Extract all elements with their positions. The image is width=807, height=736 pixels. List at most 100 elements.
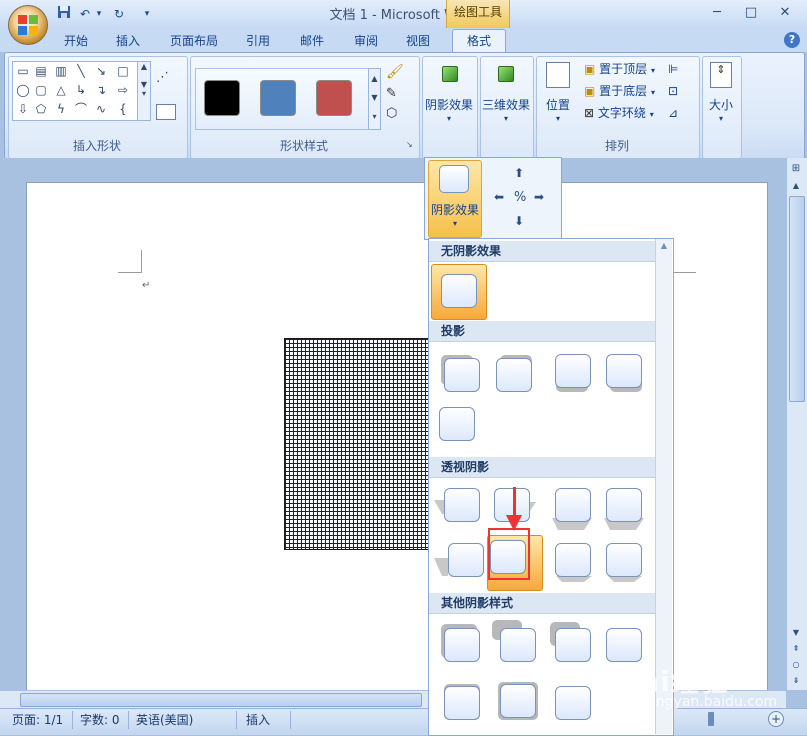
style-gallery-scroll[interactable]: ▲ ▼ ▾: [368, 68, 381, 130]
ruler-toggle-icon[interactable]: ⊞: [789, 163, 803, 177]
drop-shadow-2[interactable]: [496, 358, 532, 392]
nudge-shadow-up-icon[interactable]: ⬆: [514, 166, 528, 180]
outline-pen-icon[interactable]: ✎: [386, 86, 412, 104]
perspective-shadow-8[interactable]: [606, 543, 642, 577]
3d-effects-icon[interactable]: [498, 66, 514, 82]
group-objects-icon[interactable]: ⊡: [668, 82, 692, 100]
tab-insert[interactable]: 插入: [108, 32, 148, 50]
edit-shape-icon[interactable]: ⋰: [156, 70, 176, 86]
shape-elbow-arrow-icon[interactable]: ↴: [93, 83, 109, 97]
drop-shadow-5[interactable]: [439, 407, 475, 441]
shadow-effects-icon[interactable]: [442, 66, 458, 82]
other-shadow-4[interactable]: [606, 628, 642, 662]
shape-right-arrow-icon[interactable]: ⇨: [115, 83, 131, 97]
shape-pentagon-icon[interactable]: ⬠: [33, 102, 49, 116]
scroll-up-icon[interactable]: ▲: [789, 181, 803, 193]
status-language[interactable]: 英语(美国): [136, 712, 216, 728]
select-browse-object-icon[interactable]: ○: [789, 660, 803, 672]
perspective-shadow-4[interactable]: [606, 488, 642, 522]
tab-home[interactable]: 开始: [56, 32, 96, 50]
status-insert-mode[interactable]: 插入: [246, 712, 282, 728]
office-button[interactable]: [8, 5, 48, 45]
tab-review[interactable]: 审阅: [346, 32, 386, 50]
nudge-shadow-left-icon[interactable]: ⬅: [494, 190, 508, 204]
minimize-button[interactable]: ─: [704, 4, 730, 22]
shadow-on-off-icon[interactable]: %: [514, 190, 528, 205]
size-button[interactable]: 大小: [702, 96, 740, 113]
3d-effects-button[interactable]: 三维效果: [478, 96, 534, 113]
position-button[interactable]: 位置: [540, 96, 576, 113]
previous-page-icon[interactable]: ⇞: [789, 644, 803, 656]
shape-line-icon[interactable]: ╲: [73, 64, 89, 78]
align-icon[interactable]: ⊫: [668, 60, 692, 78]
shape-arrow-line-icon[interactable]: ↘: [93, 64, 109, 78]
fill-bucket-icon[interactable]: 🖌: [386, 64, 412, 82]
other-shadow-1[interactable]: [444, 628, 480, 662]
other-shadow-3[interactable]: [555, 628, 591, 662]
text-wrap-button[interactable]: ⊠ 文字环绕 ▾: [584, 104, 668, 122]
perspective-shadow-3[interactable]: [555, 488, 591, 522]
zoom-slider-thumb[interactable]: [708, 712, 714, 726]
tab-references[interactable]: 引用: [238, 32, 278, 50]
tab-format[interactable]: 格式: [452, 29, 506, 54]
perspective-shadow-1[interactable]: [444, 488, 480, 522]
other-shadow-2[interactable]: [500, 628, 536, 662]
size-dropdown-icon[interactable]: ▾: [702, 114, 740, 123]
shape-gallery[interactable]: ▭ ▤ ▥ ╲ ↘ □ ◯ ▢ △ ↳ ↴ ⇨ ⇩ ⬠ ϟ ⌒ ∿ {: [12, 61, 138, 121]
help-icon[interactable]: ?: [784, 32, 800, 48]
style-swatch-red[interactable]: [316, 80, 352, 116]
zoom-in-icon[interactable]: +: [768, 711, 784, 727]
perspective-shadow-5[interactable]: [448, 543, 484, 577]
maximize-button[interactable]: □: [738, 4, 764, 22]
vertical-scroll-thumb[interactable]: [789, 196, 805, 402]
send-to-back-button[interactable]: ▣ 置于底层 ▾: [584, 82, 668, 100]
shape-arc-icon[interactable]: ⌒: [73, 102, 89, 116]
shape-rounded-rect-icon[interactable]: ▢: [33, 83, 49, 97]
shape-brace-icon[interactable]: {: [115, 102, 131, 116]
shape-lightning-icon[interactable]: ϟ: [53, 102, 69, 116]
other-shadow-5[interactable]: [444, 686, 480, 720]
horizontal-scroll-thumb[interactable]: [20, 693, 422, 707]
shape-textbox-icon[interactable]: ▤: [33, 64, 49, 78]
shadow-effects-button-active[interactable]: 阴影效果 ▾: [428, 160, 482, 238]
shape-gallery-scroll[interactable]: ▲ ▼ ▾: [137, 61, 151, 121]
shadow-effects-dropdown-icon[interactable]: ▾: [422, 114, 476, 123]
perspective-shadow-7[interactable]: [555, 543, 591, 577]
shadow-effects-button[interactable]: 阴影效果: [422, 96, 476, 113]
style-swatch-blue[interactable]: [260, 80, 296, 116]
bring-to-front-button[interactable]: ▣ 置于顶层 ▾: [584, 60, 668, 78]
shape-triangle-icon[interactable]: △: [53, 83, 69, 97]
nudge-shadow-down-icon[interactable]: ⬇: [514, 214, 528, 228]
3d-effects-dropdown-icon[interactable]: ▾: [480, 114, 532, 123]
position-icon[interactable]: [546, 62, 570, 88]
shape-vertical-textbox-icon[interactable]: ▥: [53, 64, 69, 78]
position-dropdown-icon[interactable]: ▾: [540, 114, 576, 123]
shape-elbow-icon[interactable]: ↳: [73, 83, 89, 97]
next-page-icon[interactable]: ⇟: [789, 676, 803, 688]
shape-down-arrow-icon[interactable]: ⇩: [15, 102, 31, 116]
style-swatch-black[interactable]: [204, 80, 240, 116]
shape-rectangle-icon[interactable]: ▭: [15, 64, 31, 78]
close-button[interactable]: ✕: [772, 4, 798, 22]
dropdown-scroll-up-icon[interactable]: ▲: [656, 241, 672, 250]
tab-page-layout[interactable]: 页面布局: [164, 32, 224, 50]
draw-textbox-icon[interactable]: [156, 104, 176, 120]
size-icon[interactable]: ⇕: [710, 62, 732, 88]
shape-oval-icon[interactable]: ◯: [15, 83, 31, 97]
rotate-icon[interactable]: ⊿: [668, 104, 692, 122]
shape-curve-icon[interactable]: ∿: [93, 102, 109, 116]
grid-pattern-shape[interactable]: [284, 338, 434, 550]
other-shadow-6[interactable]: [500, 684, 536, 718]
drop-shadow-1[interactable]: [444, 358, 480, 392]
group-label-insert-shapes: 插入形状: [72, 139, 121, 153]
shape-square-icon[interactable]: □: [115, 64, 131, 78]
tab-view[interactable]: 视图: [398, 32, 438, 50]
change-shape-icon[interactable]: ⬡: [386, 106, 412, 124]
status-page[interactable]: 页面: 1/1: [12, 712, 76, 728]
tab-mailings[interactable]: 邮件: [292, 32, 332, 50]
drop-shadow-4[interactable]: [606, 354, 642, 388]
scroll-down-icon[interactable]: ▼: [789, 628, 803, 640]
drop-shadow-3[interactable]: [555, 354, 591, 388]
nudge-shadow-right-icon[interactable]: ➡: [534, 190, 548, 204]
other-shadow-7[interactable]: [555, 686, 591, 720]
